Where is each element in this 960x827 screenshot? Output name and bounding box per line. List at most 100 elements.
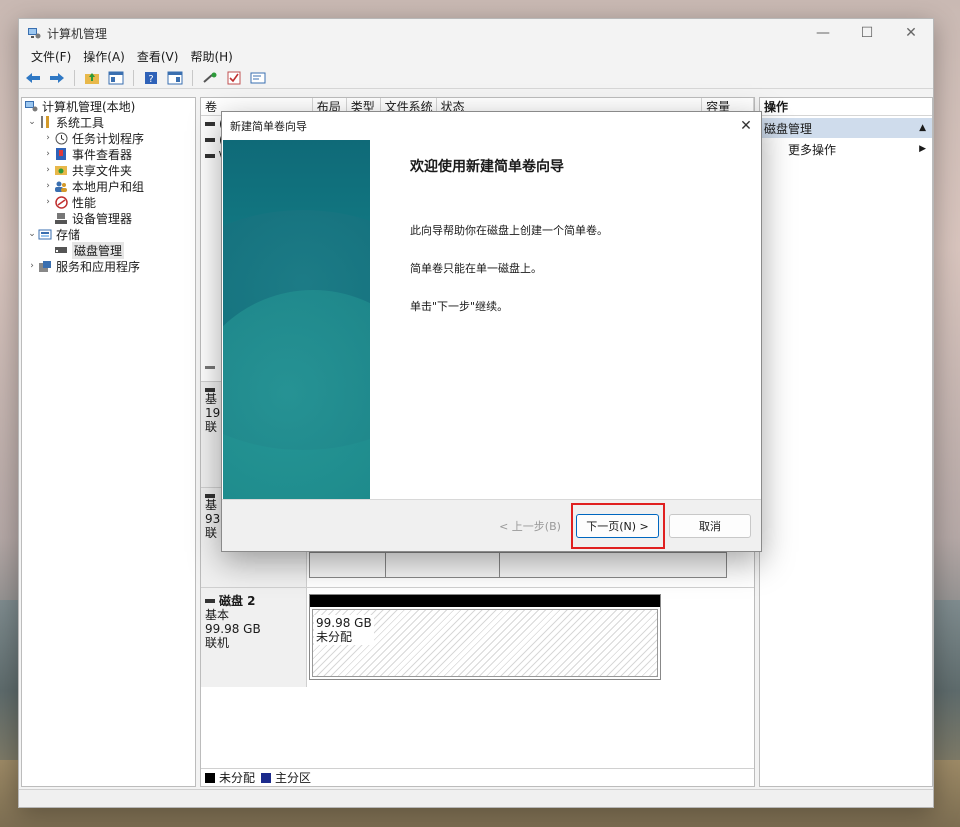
menu-help[interactable]: 帮助(H) <box>184 47 238 67</box>
title-bar: 计算机管理 — ☐ ✕ <box>19 19 933 47</box>
chevron-right-icon[interactable]: › <box>42 197 54 207</box>
partition-info: 99.98 GB 未分配 <box>314 615 374 645</box>
unallocated-swatch <box>205 772 215 783</box>
menu-view[interactable]: 查看(V) <box>131 47 185 67</box>
tree-item-label: 共享文件夹 <box>72 163 133 178</box>
disk-2-label[interactable]: 磁盘 2 基本 99.98 GB 联机 <box>201 588 307 687</box>
disk-icon <box>54 243 68 257</box>
legend-primary: 主分区 <box>275 771 312 785</box>
wizard-paragraph-1: 此向导帮助你在磁盘上创建一个简单卷。 <box>410 224 608 237</box>
clock-icon <box>54 131 68 145</box>
cancel-button[interactable]: 取消 <box>669 514 751 538</box>
tree-item-label: 性能 <box>72 195 97 210</box>
navigation-tree: 计算机管理(本地) ⌄ 系统工具 › 任务计划程序 › 事件查看器 › 共享文件… <box>21 97 196 787</box>
tree-item-shared-folders[interactable]: › 共享文件夹 <box>22 162 195 178</box>
tree-item-performance[interactable]: › 性能 <box>22 194 195 210</box>
device-manager-icon <box>54 211 68 225</box>
tree-item-root[interactable]: 计算机管理(本地) <box>22 98 195 114</box>
menu-file[interactable]: 文件(F) <box>25 47 77 67</box>
forward-arrow-icon[interactable] <box>47 69 67 87</box>
actions-pane: 操作 磁盘管理 ▲ 更多操作 ▶ <box>759 97 933 787</box>
minimize-button[interactable]: — <box>801 19 845 47</box>
tree-item-services[interactable]: › 服务和应用程序 <box>22 258 195 274</box>
tree-item-storage[interactable]: ⌄ 存储 <box>22 226 195 242</box>
show-hide-tree-icon[interactable] <box>106 69 126 87</box>
storage-icon <box>38 227 52 241</box>
menu-action[interactable]: 操作(A) <box>77 47 131 67</box>
tree-item-label: 事件查看器 <box>72 147 133 162</box>
back-button[interactable]: < 上一步(B) <box>494 514 566 538</box>
performance-icon <box>54 195 68 209</box>
partition-size: 99.98 GB <box>316 616 372 630</box>
menu-bar: 文件(F) 操作(A) 查看(V) 帮助(H) <box>19 47 933 67</box>
tree-item-device-manager[interactable]: 设备管理器 <box>22 210 195 226</box>
wizard-heading: 欢迎使用新建简单卷向导 <box>410 159 564 175</box>
tree-item-task-scheduler[interactable]: › 任务计划程序 <box>22 130 195 146</box>
dialog-close-button[interactable]: ✕ <box>731 112 761 140</box>
disk-2-type: 基本 <box>205 608 230 622</box>
chevron-right-icon[interactable]: › <box>42 149 54 159</box>
toolbar-separator <box>192 69 193 86</box>
disk-2-name-text: 磁盘 2 <box>219 594 256 608</box>
tree-item-label: 存储 <box>56 227 81 242</box>
new-simple-volume-wizard: 新建简单卷向导 ✕ 欢迎使用新建简单卷向导 此向导帮助你在磁盘上创建一个简单卷。… <box>221 111 762 552</box>
up-folder-icon[interactable] <box>82 69 102 87</box>
back-arrow-icon[interactable] <box>23 69 43 87</box>
chevron-right-icon[interactable]: › <box>42 181 54 191</box>
svg-text:?: ? <box>148 74 153 85</box>
wizard-banner-image <box>223 140 370 500</box>
legend-unallocated: 未分配 <box>219 771 256 785</box>
unallocated-partition[interactable]: 99.98 GB 未分配 <box>309 594 661 680</box>
chevron-right-icon: ▶ <box>919 144 926 154</box>
tree-item-label: 系统工具 <box>56 115 105 130</box>
tree-item-label: 磁盘管理 <box>72 241 125 259</box>
primary-swatch <box>261 772 272 783</box>
close-button[interactable]: ✕ <box>889 19 933 47</box>
next-button[interactable]: 下一页(N) > <box>576 514 659 538</box>
chevron-right-icon[interactable]: › <box>42 133 54 143</box>
disk-2-section: 磁盘 2 基本 99.98 GB 联机 99.98 GB 未分配 <box>201 587 754 687</box>
actions-disk-management[interactable]: 磁盘管理 ▲ <box>760 118 932 138</box>
tree-item-system-tools[interactable]: ⌄ 系统工具 <box>22 114 195 130</box>
users-icon <box>54 179 68 193</box>
window-title: 计算机管理 <box>47 26 108 41</box>
chevron-right-icon[interactable]: › <box>42 165 54 175</box>
services-icon <box>38 259 52 273</box>
console-icon[interactable] <box>248 69 268 87</box>
volume-icon <box>205 154 215 158</box>
partition-cell[interactable] <box>386 553 500 577</box>
tree-item-label: 计算机管理(本地) <box>42 99 136 114</box>
more-actions[interactable]: 更多操作 ▶ <box>760 138 932 160</box>
help-icon[interactable]: ? <box>141 69 161 87</box>
properties-icon[interactable] <box>165 69 185 87</box>
connect-icon[interactable] <box>200 69 220 87</box>
partition-bar <box>310 595 660 607</box>
checklist-icon[interactable] <box>224 69 244 87</box>
tree-item-local-users[interactable]: › 本地用户和组 <box>22 178 195 194</box>
tree-item-disk-management[interactable]: 磁盘管理 <box>22 241 195 259</box>
tools-icon <box>38 115 52 129</box>
chevron-right-icon[interactable]: › <box>26 261 38 271</box>
wizard-footer: < 上一步(B) 下一页(N) > 取消 <box>222 499 761 551</box>
more-actions-label: 更多操作 <box>788 142 837 157</box>
maximize-button[interactable]: ☐ <box>845 19 889 47</box>
wizard-paragraph-3: 单击"下一步"继续。 <box>410 300 509 313</box>
actions-header: 操作 <box>760 98 932 116</box>
volume-icon <box>205 138 215 142</box>
shared-folder-icon <box>54 163 68 177</box>
disk-1-partitions[interactable] <box>309 552 727 578</box>
disk-2-name: 磁盘 2 <box>205 594 302 608</box>
dialog-title-bar: 新建简单卷向导 ✕ <box>222 112 761 140</box>
tree-item-event-viewer[interactable]: › 事件查看器 <box>22 146 195 162</box>
toolbar-separator <box>74 69 75 86</box>
chevron-down-icon[interactable]: ⌄ <box>26 117 38 127</box>
partition-cell[interactable] <box>500 553 726 577</box>
disk-2-size: 99.98 GB <box>205 622 261 636</box>
wizard-paragraph-2: 简单卷只能在单一磁盘上。 <box>410 262 542 275</box>
chevron-down-icon[interactable]: ⌄ <box>26 229 38 239</box>
computer-management-icon <box>28 28 41 39</box>
partition-label: 未分配 <box>316 630 353 644</box>
dialog-title: 新建简单卷向导 <box>230 120 307 133</box>
partition-cell[interactable] <box>310 553 386 577</box>
collapse-up-icon[interactable]: ▲ <box>919 123 926 133</box>
